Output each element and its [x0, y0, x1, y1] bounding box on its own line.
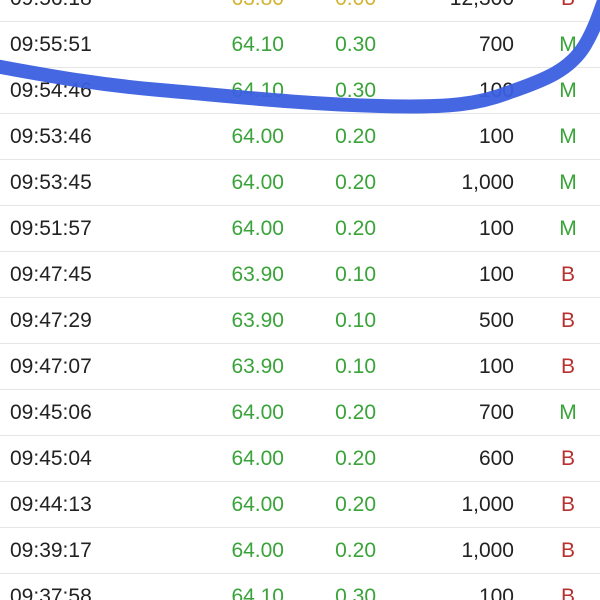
trade-time: 09:53:45: [10, 171, 92, 194]
trade-volume: 100: [478, 125, 514, 148]
table-row[interactable]: 09:51:57 64.00 0.20 100 M: [0, 206, 600, 252]
trade-volume: 100: [478, 585, 514, 600]
trade-price: 64.10: [231, 79, 284, 102]
trade-time: 09:45:04: [10, 447, 92, 470]
table-row[interactable]: 09:54:46 64.10 0.30 100 M: [0, 68, 600, 114]
trade-volume: 500: [478, 309, 514, 332]
trade-side-badge: B: [558, 0, 578, 22]
trade-time: 09:44:13: [10, 493, 92, 516]
trade-time: 09:37:58: [10, 585, 92, 600]
trade-change: 0.20: [335, 217, 376, 240]
trade-volume: 600: [478, 447, 514, 470]
trade-change: 0.20: [335, 493, 376, 516]
trade-side-badge: M: [559, 401, 577, 424]
trade-side-badge: M: [559, 217, 577, 240]
trade-list[interactable]: 09:56:18 63.80 0.00 12,300 B 09:55:51 64.10 0.3…: [0, 0, 600, 600]
trade-side-badge: B: [560, 309, 575, 332]
table-row[interactable]: 09:37:58 64.10 0.30 100 B: [0, 574, 600, 600]
table-row[interactable]: 09:39:17 64.00 0.20 1,000 B: [0, 528, 600, 574]
table-row[interactable]: 09:47:45 63.90 0.10 100 B: [0, 252, 600, 298]
table-row[interactable]: 09:53:45 64.00 0.20 1,000 M: [0, 160, 600, 206]
trade-change: 0.10: [335, 263, 376, 286]
trade-change: 0.30: [335, 33, 376, 56]
trade-price: 64.00: [231, 447, 284, 470]
trade-change: 0.20: [335, 447, 376, 470]
trade-side-badge: B: [560, 493, 575, 516]
trade-price: 64.00: [231, 493, 284, 516]
trade-side-badge: M: [559, 33, 577, 56]
trade-price: 64.10: [231, 585, 284, 600]
trade-price: 63.90: [231, 263, 284, 286]
trade-change: 0.20: [335, 125, 376, 148]
trade-time: 09:47:07: [10, 355, 92, 378]
trade-time: 09:53:46: [10, 125, 92, 148]
trade-time: 09:47:45: [10, 263, 92, 286]
trade-side-badge: B: [560, 585, 575, 600]
trade-volume: 100: [478, 217, 514, 240]
trade-side-badge: B: [560, 447, 575, 470]
trade-volume: 12,300: [450, 0, 514, 22]
trade-volume: 700: [478, 33, 514, 56]
trade-side-badge: B: [560, 355, 575, 378]
trade-time: 09:47:29: [10, 309, 92, 332]
trade-price: 64.00: [231, 539, 284, 562]
trade-change: 0.30: [335, 585, 376, 600]
trade-side-badge: M: [559, 79, 577, 102]
table-row[interactable]: 09:56:18 63.80 0.00 12,300 B: [0, 0, 600, 22]
trade-side-badge: M: [559, 171, 577, 194]
trade-change: 0.30: [335, 79, 376, 102]
table-row[interactable]: 09:47:29 63.90 0.10 500 B: [0, 298, 600, 344]
trade-change: 0.20: [335, 539, 376, 562]
trade-price: 64.00: [231, 171, 284, 194]
trade-time: 09:54:46: [10, 79, 92, 102]
table-row[interactable]: 09:45:06 64.00 0.20 700 M: [0, 390, 600, 436]
trade-volume: 1,000: [461, 171, 514, 194]
trade-change: 0.10: [335, 309, 376, 332]
trade-price: 63.80: [231, 0, 284, 22]
table-row[interactable]: 09:47:07 63.90 0.10 100 B: [0, 344, 600, 390]
trade-change: 0.20: [335, 401, 376, 424]
trade-side-badge: B: [560, 539, 575, 562]
trade-price: 64.00: [231, 401, 284, 424]
table-row[interactable]: 09:55:51 64.10 0.30 700 M: [0, 22, 600, 68]
trade-change: 0.10: [335, 355, 376, 378]
trade-change: 0.20: [335, 171, 376, 194]
trade-volume: 1,000: [461, 539, 514, 562]
trade-price: 63.90: [231, 355, 284, 378]
trade-volume: 100: [478, 355, 514, 378]
trade-time: 09:56:18: [10, 0, 92, 22]
trade-change: 0.00: [335, 0, 376, 22]
trade-time: 09:55:51: [10, 33, 92, 56]
table-row[interactable]: 09:53:46 64.00 0.20 100 M: [0, 114, 600, 160]
trade-time: 09:45:06: [10, 401, 92, 424]
trade-price: 64.00: [231, 125, 284, 148]
trade-volume: 100: [478, 79, 514, 102]
trade-ticker-screen: 09:56:18 63.80 0.00 12,300 B 09:55:51 64.10 0.3…: [0, 0, 600, 600]
trade-time: 09:51:57: [10, 217, 92, 240]
trade-volume: 100: [478, 263, 514, 286]
trade-side-badge: M: [559, 125, 577, 148]
trade-side-badge: B: [560, 263, 575, 286]
table-row[interactable]: 09:45:04 64.00 0.20 600 B: [0, 436, 600, 482]
trade-price: 64.00: [231, 217, 284, 240]
trade-volume: 700: [478, 401, 514, 424]
trade-time: 09:39:17: [10, 539, 92, 562]
trade-price: 64.10: [231, 33, 284, 56]
trade-price: 63.90: [231, 309, 284, 332]
trade-volume: 1,000: [461, 493, 514, 516]
table-row[interactable]: 09:44:13 64.00 0.20 1,000 B: [0, 482, 600, 528]
